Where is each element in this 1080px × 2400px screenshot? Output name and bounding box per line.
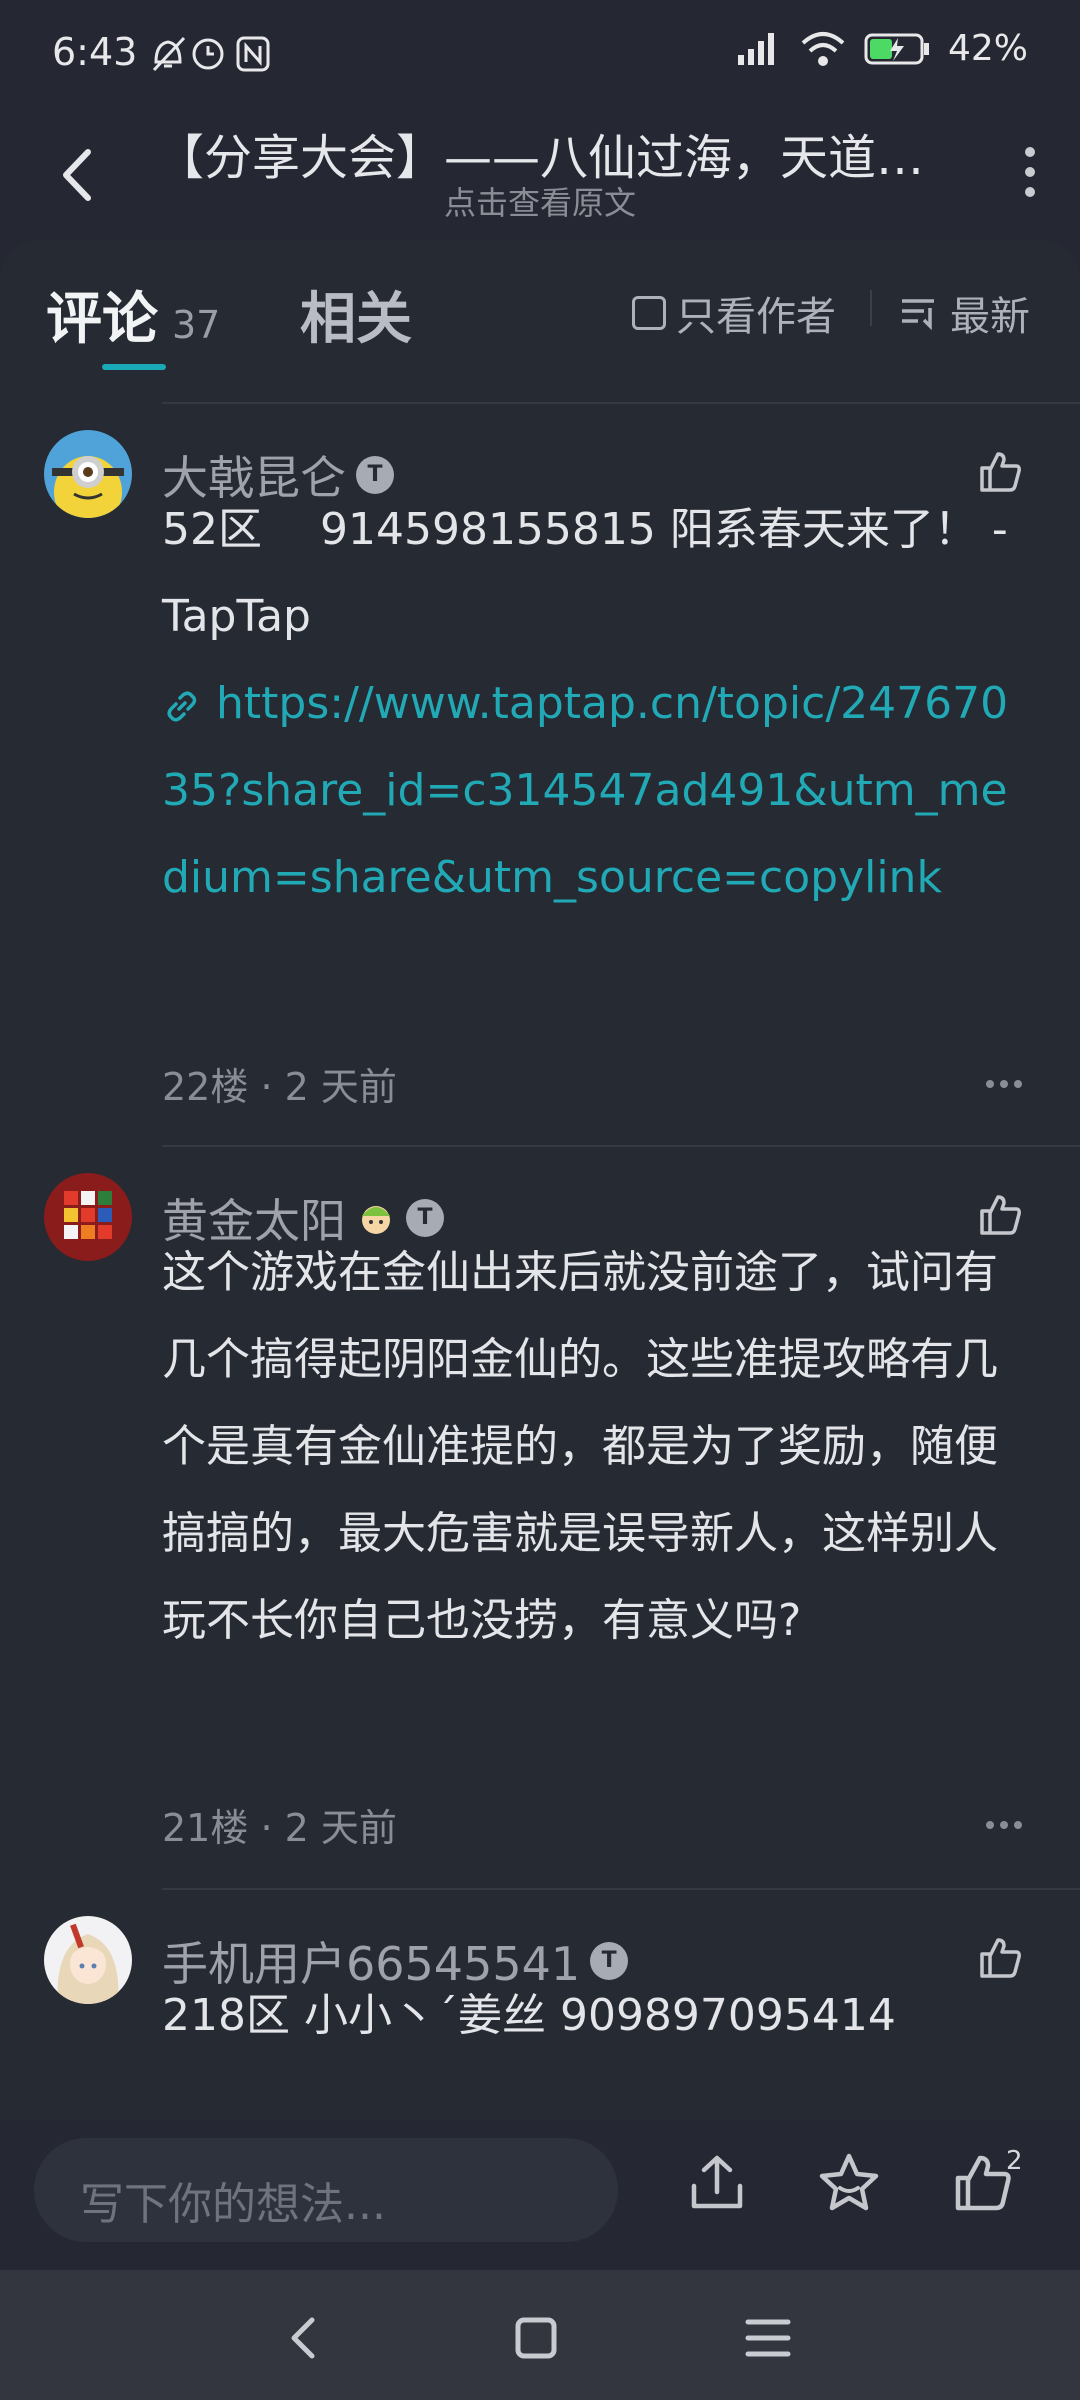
status-time: 6:43 xyxy=(52,30,138,74)
tab-comments-label: 评论 xyxy=(46,287,158,352)
anime-girl-avatar-icon xyxy=(44,1916,132,2004)
status-bar: 6:43 42% xyxy=(0,0,1080,110)
sort-button[interactable]: 最新 xyxy=(900,284,1030,342)
tab-comments[interactable]: 评论 37 xyxy=(46,274,220,355)
comment-item: 黄金太阳 T 这个游戏在金仙出来后就没前途了，试问有几个搞得起阴阳金仙的。这些准… xyxy=(0,1147,1080,1887)
comment-meta: 21楼 · 2 天前 xyxy=(162,1806,397,1850)
more-options-icon[interactable] xyxy=(1020,142,1040,202)
comment-body: 218区 小小丶ˊ姜丝 909897095414 xyxy=(162,1990,896,2041)
avatar[interactable] xyxy=(44,1916,132,2004)
minion-avatar-icon xyxy=(44,430,132,518)
active-tab-indicator xyxy=(102,364,166,370)
only-author-label: 只看作者 xyxy=(676,294,836,340)
share-icon[interactable] xyxy=(684,2150,750,2216)
comment-body: 52区 914598155815 阳系春天来了！ - TapTap https:… xyxy=(162,486,1032,921)
tab-bar: 评论 37 相关 只看作者 最新 xyxy=(0,240,1080,400)
comment-count: 37 xyxy=(172,303,221,347)
sort-label: 最新 xyxy=(950,294,1030,340)
comment-time: 2 天前 xyxy=(284,1065,397,1109)
comment-item: 大戟昆仑 T 52区 914598155815 阳系春天来了！ - TapTap… xyxy=(0,404,1080,1144)
like-count: 2 xyxy=(1006,2146,1023,2176)
tab-separator xyxy=(870,290,872,326)
more-dots-icon[interactable] xyxy=(984,1078,1024,1090)
view-original-link[interactable]: 点击查看原文 xyxy=(150,178,930,224)
nav-back-icon[interactable] xyxy=(276,2310,332,2366)
only-author-toggle[interactable]: 只看作者 xyxy=(632,284,836,342)
more-dots-icon[interactable] xyxy=(984,1819,1024,1831)
rubiks-cube-avatar-icon xyxy=(44,1173,132,1261)
floor-number: 22楼 xyxy=(162,1065,249,1109)
battery-percent: 42% xyxy=(947,28,1028,69)
system-nav-bar xyxy=(0,2270,1080,2400)
input-placeholder: 写下你的想法... xyxy=(80,2179,386,2230)
notification-icons xyxy=(152,36,270,72)
nav-home-icon[interactable] xyxy=(508,2310,564,2366)
wifi-icon xyxy=(801,31,845,66)
battery-icon xyxy=(864,33,929,64)
sort-icon xyxy=(902,299,934,330)
favorite-star-icon[interactable] xyxy=(816,2150,882,2216)
comment-time: 2 天前 xyxy=(284,1806,397,1850)
nav-menu-icon[interactable] xyxy=(740,2310,796,2366)
comment-input-bar: 写下你的想法... 2 xyxy=(0,2120,1080,2270)
back-arrow-icon[interactable] xyxy=(52,140,102,210)
comment-body: 这个游戏在金仙出来后就没前途了，试问有几个搞得起阴阳金仙的。这些准提攻略有几个是… xyxy=(162,1247,998,1646)
tab-related[interactable]: 相关 xyxy=(300,274,412,355)
avatar[interactable] xyxy=(44,1173,132,1261)
floor-number: 21楼 xyxy=(162,1806,249,1850)
signal-icon xyxy=(737,32,774,65)
link-icon xyxy=(167,691,197,722)
comment-input[interactable]: 写下你的想法... xyxy=(34,2138,618,2242)
comment-meta: 22楼 · 2 天前 xyxy=(162,1065,397,1109)
comment-link[interactable]: https://www.taptap.cn/topic/24767035?sha… xyxy=(162,678,1008,903)
checkbox-icon xyxy=(632,296,666,330)
comment-text: 52区 914598155815 阳系春天来了！ - TapTap xyxy=(162,504,1008,642)
avatar[interactable] xyxy=(44,430,132,518)
comment-item: 手机用户66545541 T 218区 小小丶ˊ姜丝 909897095414 xyxy=(0,1890,1080,2120)
link-url[interactable]: https://www.taptap.cn/topic/24767035?sha… xyxy=(162,678,1008,903)
status-right: 42% xyxy=(732,28,1028,69)
app-header: 【分享大会】——八仙过海，天道… 点击查看原文 xyxy=(0,110,1080,240)
